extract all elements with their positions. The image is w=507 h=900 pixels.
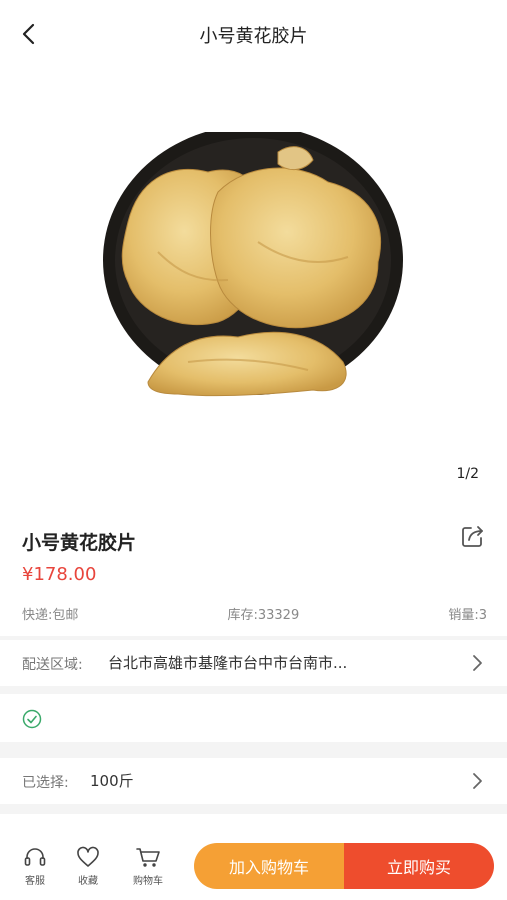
chevron-right-icon xyxy=(473,655,482,671)
product-price: ¥178.00 xyxy=(22,564,97,585)
selected-spec-label: 已选择: xyxy=(22,775,69,791)
shipping-info: 快递:包邮 xyxy=(22,608,79,623)
tab-label: 客服 xyxy=(25,876,45,887)
cart-tab[interactable]: 购物车 xyxy=(123,846,173,887)
guarantee-row xyxy=(0,694,507,742)
buy-now-button[interactable]: 立即购买 xyxy=(344,843,494,889)
product-image-gallery[interactable]: 1/2 xyxy=(0,70,507,510)
check-circle-icon xyxy=(22,709,42,729)
share-icon xyxy=(462,526,483,547)
delivery-area-label: 配送区域: xyxy=(22,657,83,673)
headset-icon xyxy=(24,848,46,866)
stock-info: 库存:33329 xyxy=(227,608,300,623)
sales-info: 销量:3 xyxy=(448,608,487,623)
tab-label: 收藏 xyxy=(78,876,98,887)
share-button[interactable] xyxy=(459,522,487,550)
product-meta: 快递:包邮 库存:33329 销量:3 xyxy=(22,604,487,623)
customer-service-tab[interactable]: 客服 xyxy=(10,846,60,887)
tab-label: 购物车 xyxy=(133,876,163,887)
product-image xyxy=(103,132,403,397)
favorite-tab[interactable]: 收藏 xyxy=(63,846,113,887)
top-nav-bar: 小号黄花胶片 xyxy=(0,0,507,70)
cart-icon xyxy=(136,848,160,867)
heart-icon xyxy=(77,846,99,867)
delivery-area-value: 台北市高雄市基隆市台中市台南市... xyxy=(108,654,348,672)
selected-spec-value: 100斤 xyxy=(90,772,134,790)
selected-spec-row[interactable]: 已选择: 100斤 xyxy=(0,758,507,804)
product-info: 小号黄花胶片 ¥178.00 快递:包邮 库存:33329 销量:3 xyxy=(0,510,507,636)
chevron-right-icon xyxy=(473,773,482,789)
delivery-area-row[interactable]: 配送区域: 台北市高雄市基隆市台中市台南市... xyxy=(0,640,507,686)
image-pager: 1/2 xyxy=(456,466,479,482)
add-to-cart-button[interactable]: 加入购物车 xyxy=(194,843,344,889)
page-title: 小号黄花胶片 xyxy=(199,26,308,47)
purchase-buttons: 加入购物车 立即购买 xyxy=(194,843,494,889)
product-name: 小号黄花胶片 xyxy=(22,532,137,554)
bottom-action-bar: 客服 收藏 购物车 加入购物车 立即购买 xyxy=(0,832,507,900)
